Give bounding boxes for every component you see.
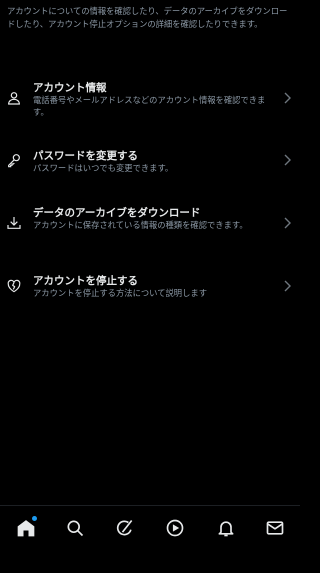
key-icon	[6, 152, 22, 168]
nav-search-button[interactable]	[63, 516, 87, 540]
menu-item-title: アカウントを停止する	[33, 275, 138, 287]
menu-item-title: データのアーカイブをダウンロード	[33, 207, 201, 219]
home-icon	[17, 520, 35, 537]
intro-description: アカウントについての情報を確認したり、データのアーカイブをダウンロードしたり、ア…	[7, 6, 288, 29]
play-icon	[166, 519, 184, 537]
chevron-right-icon	[282, 154, 292, 166]
menu-item-description: パスワードはいつでも変更できます。	[33, 163, 174, 173]
person-icon	[6, 90, 22, 106]
bottom-navigation-bar	[0, 505, 300, 573]
menu-item-title: パスワードを変更する	[33, 150, 138, 162]
menu-item-description: 電話番号やメールアドレスなどのアカウント情報を確認できます。	[33, 95, 266, 117]
menu-item-account-info[interactable]: アカウント情報 電話番号やメールアドレスなどのアカウント情報を確認できます。	[0, 80, 300, 120]
menu-item-deactivate-account[interactable]: アカウントを停止する アカウントを停止する方法について説明します	[0, 273, 300, 301]
menu-item-title: アカウント情報	[33, 82, 107, 94]
menu-item-description: アカウントに保存されている情報の種類を確認できます。	[33, 220, 248, 230]
menu-item-description: アカウントを停止する方法について説明します	[33, 288, 207, 298]
download-icon	[6, 215, 22, 231]
grok-icon	[116, 519, 133, 536]
mail-icon	[266, 521, 284, 535]
menu-item-download-archive[interactable]: データのアーカイブをダウンロード アカウントに保存されている情報の種類を確認でき…	[0, 205, 300, 245]
menu-item-change-password[interactable]: パスワードを変更する パスワードはいつでも変更できます。	[0, 148, 300, 176]
notification-dot	[32, 516, 37, 521]
nav-video-button[interactable]	[163, 516, 187, 540]
nav-messages-button[interactable]	[263, 516, 287, 540]
broken-heart-icon	[6, 278, 22, 294]
bell-icon	[218, 521, 234, 537]
chevron-right-icon	[282, 217, 292, 229]
chevron-right-icon	[282, 280, 292, 292]
chevron-right-icon	[282, 92, 292, 104]
nav-notifications-button[interactable]	[214, 516, 238, 540]
search-icon	[67, 520, 84, 537]
nav-home-button[interactable]	[14, 516, 38, 540]
nav-grok-button[interactable]	[113, 516, 137, 540]
